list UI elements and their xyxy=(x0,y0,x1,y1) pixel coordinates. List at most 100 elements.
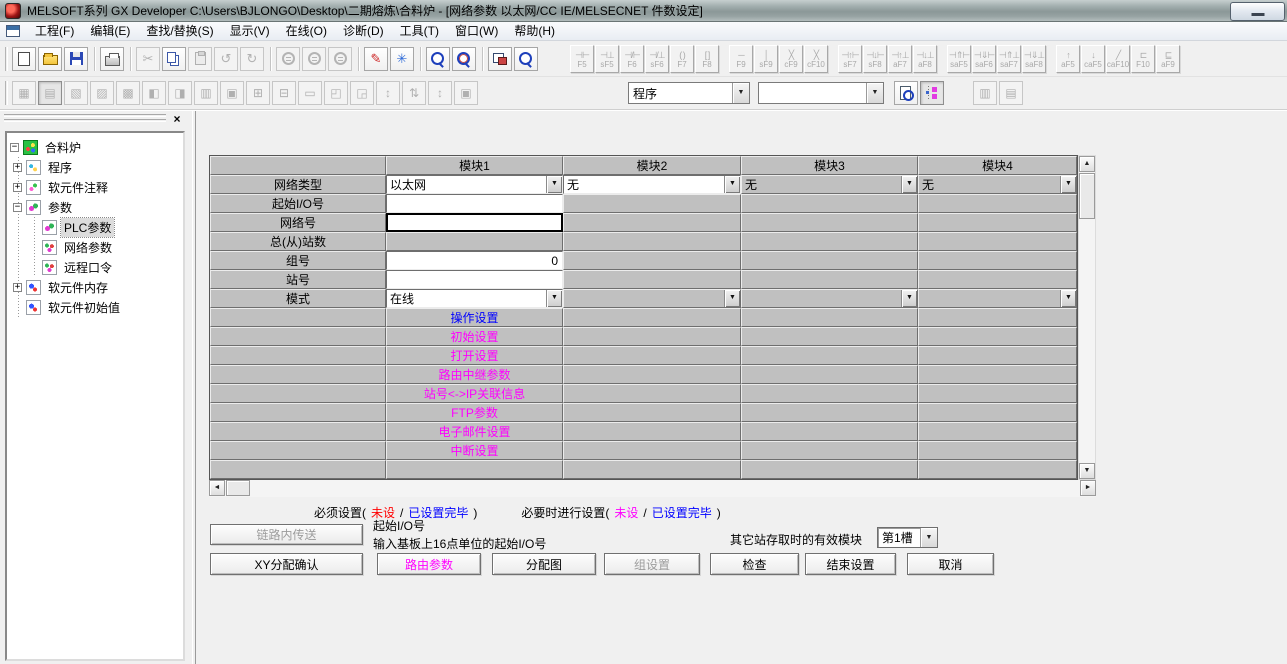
chevron-down-icon[interactable]: ▼ xyxy=(901,176,917,193)
project-data-list-button[interactable] xyxy=(894,81,918,105)
toolbar2-icon-button[interactable]: ↕ xyxy=(376,81,400,105)
tree-item-remote-password[interactable]: 远程口令 xyxy=(7,257,183,277)
mode-module2-dropdown[interactable]: ▼ xyxy=(563,289,741,308)
toolbar2-icon-button[interactable]: ▣ xyxy=(220,81,244,105)
ladder-symbol-button[interactable]: ⊣⊥ sF5 xyxy=(595,45,619,73)
cut-button[interactable]: ✂ xyxy=(136,47,160,71)
tree-item-parameter[interactable]: − 参数 xyxy=(7,197,183,217)
ladder-symbol-button[interactable]: ⊣⇑⊥ saF7 xyxy=(997,45,1021,73)
chevron-down-icon[interactable]: ▼ xyxy=(724,290,740,307)
toolbar2-icon-button[interactable]: ▦ xyxy=(12,81,36,105)
ladder-symbol-button[interactable]: ╳ cF9 xyxy=(779,45,803,73)
chevron-down-icon[interactable]: ▼ xyxy=(920,528,937,547)
valid-module-slot-dropdown[interactable]: 第1槽 ▼ xyxy=(877,527,938,548)
ladder-symbol-button[interactable]: ⊣↓⊥ aF8 xyxy=(913,45,937,73)
collapse-icon[interactable]: − xyxy=(13,203,22,212)
toolbar2-icon-button[interactable]: ◨ xyxy=(168,81,192,105)
tree-item-device-init[interactable]: 软元件初始值 xyxy=(7,297,183,317)
vertical-scroll-thumb[interactable] xyxy=(1079,173,1095,219)
data-name-combobox[interactable]: ▼ xyxy=(758,82,884,104)
toolbar-grip[interactable] xyxy=(5,81,8,105)
tree-item-device-comment[interactable]: + 软元件注释 xyxy=(7,177,183,197)
menu-item[interactable]: 编辑(E) xyxy=(82,22,138,40)
paste-button[interactable] xyxy=(188,47,212,71)
transfer-setup-button[interactable] xyxy=(488,47,512,71)
network-type-module4-dropdown[interactable]: 无 ▼ xyxy=(918,175,1077,194)
toolbar2-icon-button[interactable]: ▧ xyxy=(64,81,88,105)
chevron-down-icon[interactable]: ▼ xyxy=(546,290,562,307)
open-project-button[interactable] xyxy=(38,47,62,71)
toolbar2-icon-button[interactable]: ↕ xyxy=(428,81,452,105)
toolbar2-icon-button[interactable]: ▤ xyxy=(38,81,62,105)
ladder-symbol-button[interactable]: ( ) F7 xyxy=(670,45,694,73)
comment-display-button[interactable]: ▥ xyxy=(973,81,997,105)
menu-item[interactable]: 查找/替换(S) xyxy=(138,22,221,40)
menu-item[interactable]: 帮助(H) xyxy=(506,22,563,40)
open-setting-link[interactable]: 打开设置 xyxy=(386,346,563,365)
router-relay-link[interactable]: 路由中继参数 xyxy=(386,365,563,384)
circuit-monitor-button[interactable] xyxy=(514,47,538,71)
toolbar2-icon-button[interactable]: ▩ xyxy=(116,81,140,105)
toolbar2-icon-button[interactable]: ⊟ xyxy=(272,81,296,105)
group-no-module1-input[interactable]: 0 xyxy=(386,251,563,270)
save-project-button[interactable] xyxy=(64,47,88,71)
vertical-scrollbar[interactable]: ▲ ▼ xyxy=(1078,155,1096,480)
tree-item-program[interactable]: + 程序 xyxy=(7,157,183,177)
station-no-module1-input[interactable] xyxy=(386,270,563,289)
network-no-module1-input-focused[interactable] xyxy=(386,213,563,232)
ladder-symbol-button[interactable]: ⊣⊢ F5 xyxy=(570,45,594,73)
toolbar2-icon-button[interactable]: ⊞ xyxy=(246,81,270,105)
ladder-symbol-button[interactable]: ⊣↓⊢ sF8 xyxy=(863,45,887,73)
finish-setting-button[interactable]: 结束设置 xyxy=(805,553,896,575)
network-type-module3-dropdown[interactable]: 无 ▼ xyxy=(741,175,918,194)
ladder-symbol-button[interactable]: ⊏ F10 xyxy=(1131,45,1155,73)
group-setting-button[interactable]: 组设置 xyxy=(604,553,700,575)
ladder-symbol-button[interactable]: ⊣⇑⊢ saF5 xyxy=(947,45,971,73)
menu-item[interactable]: 在线(O) xyxy=(278,22,335,40)
undo-button[interactable]: ↺ xyxy=(214,47,238,71)
interrupt-setting-link[interactable]: 中断设置 xyxy=(386,441,563,460)
initial-setting-link[interactable]: 初始设置 xyxy=(386,327,563,346)
find-device-button[interactable] xyxy=(276,47,300,71)
zoom-in-button[interactable] xyxy=(426,47,450,71)
chevron-down-icon[interactable]: ▼ xyxy=(1060,176,1076,193)
redo-button[interactable]: ↻ xyxy=(240,47,264,71)
expand-icon[interactable]: + xyxy=(13,283,22,292)
toolbar2-icon-button[interactable]: ▭ xyxy=(298,81,322,105)
data-type-combobox[interactable]: 程序 ▼ xyxy=(628,82,750,104)
ftp-parameter-link[interactable]: FTP参数 xyxy=(386,403,563,422)
email-setting-link[interactable]: 电子邮件设置 xyxy=(386,422,563,441)
ladder-symbol-button[interactable]: ⊣⇓⊢ saF6 xyxy=(972,45,996,73)
ladder-symbol-button[interactable]: ⊣↑⊢ sF7 xyxy=(838,45,862,73)
close-icon[interactable]: × xyxy=(169,113,185,127)
ladder-symbol-button[interactable]: ⊣/⊢ F6 xyxy=(620,45,644,73)
write-mode-button[interactable]: ✎ xyxy=(364,47,388,71)
ladder-symbol-button[interactable]: ↑ aF5 xyxy=(1056,45,1080,73)
chevron-down-icon[interactable]: ▼ xyxy=(724,176,740,193)
expand-icon[interactable]: + xyxy=(13,163,22,172)
mdi-child-icon[interactable] xyxy=(6,25,20,37)
mode-module3-dropdown[interactable]: ▼ xyxy=(741,289,918,308)
ladder-symbol-button[interactable]: ⊣⇓⊥ saF8 xyxy=(1022,45,1046,73)
minimize-button[interactable] xyxy=(1230,2,1285,21)
find-instruction-button[interactable] xyxy=(302,47,326,71)
start-io-module1-input[interactable] xyxy=(386,194,563,213)
xy-assignment-confirm-button[interactable]: XY分配确认 xyxy=(210,553,363,575)
ladder-symbol-button[interactable]: ⊣↑⊥ aF7 xyxy=(888,45,912,73)
print-button[interactable] xyxy=(100,47,124,71)
new-project-button[interactable] xyxy=(12,47,36,71)
collapse-icon[interactable]: − xyxy=(10,143,19,152)
network-type-module2-dropdown[interactable]: 无 ▼ xyxy=(563,175,741,194)
statement-display-button[interactable]: ▤ xyxy=(999,81,1023,105)
horizontal-scrollbar[interactable]: ◄ ► xyxy=(209,480,1096,497)
assignment-image-button[interactable]: 分配图 xyxy=(492,553,596,575)
routing-parameter-button[interactable]: 路由参数 xyxy=(377,553,481,575)
ladder-symbol-button[interactable]: ⊑ aF9 xyxy=(1156,45,1180,73)
cancel-button[interactable]: 取消 xyxy=(907,553,994,575)
menu-item[interactable]: 诊断(D) xyxy=(335,22,392,40)
copy-button[interactable] xyxy=(162,47,186,71)
menu-item[interactable]: 工程(F) xyxy=(27,22,82,40)
toolbar2-icon-button[interactable]: ◧ xyxy=(142,81,166,105)
ladder-symbol-button[interactable]: ⊣/⊥ sF6 xyxy=(645,45,669,73)
check-button[interactable]: 检查 xyxy=(710,553,799,575)
